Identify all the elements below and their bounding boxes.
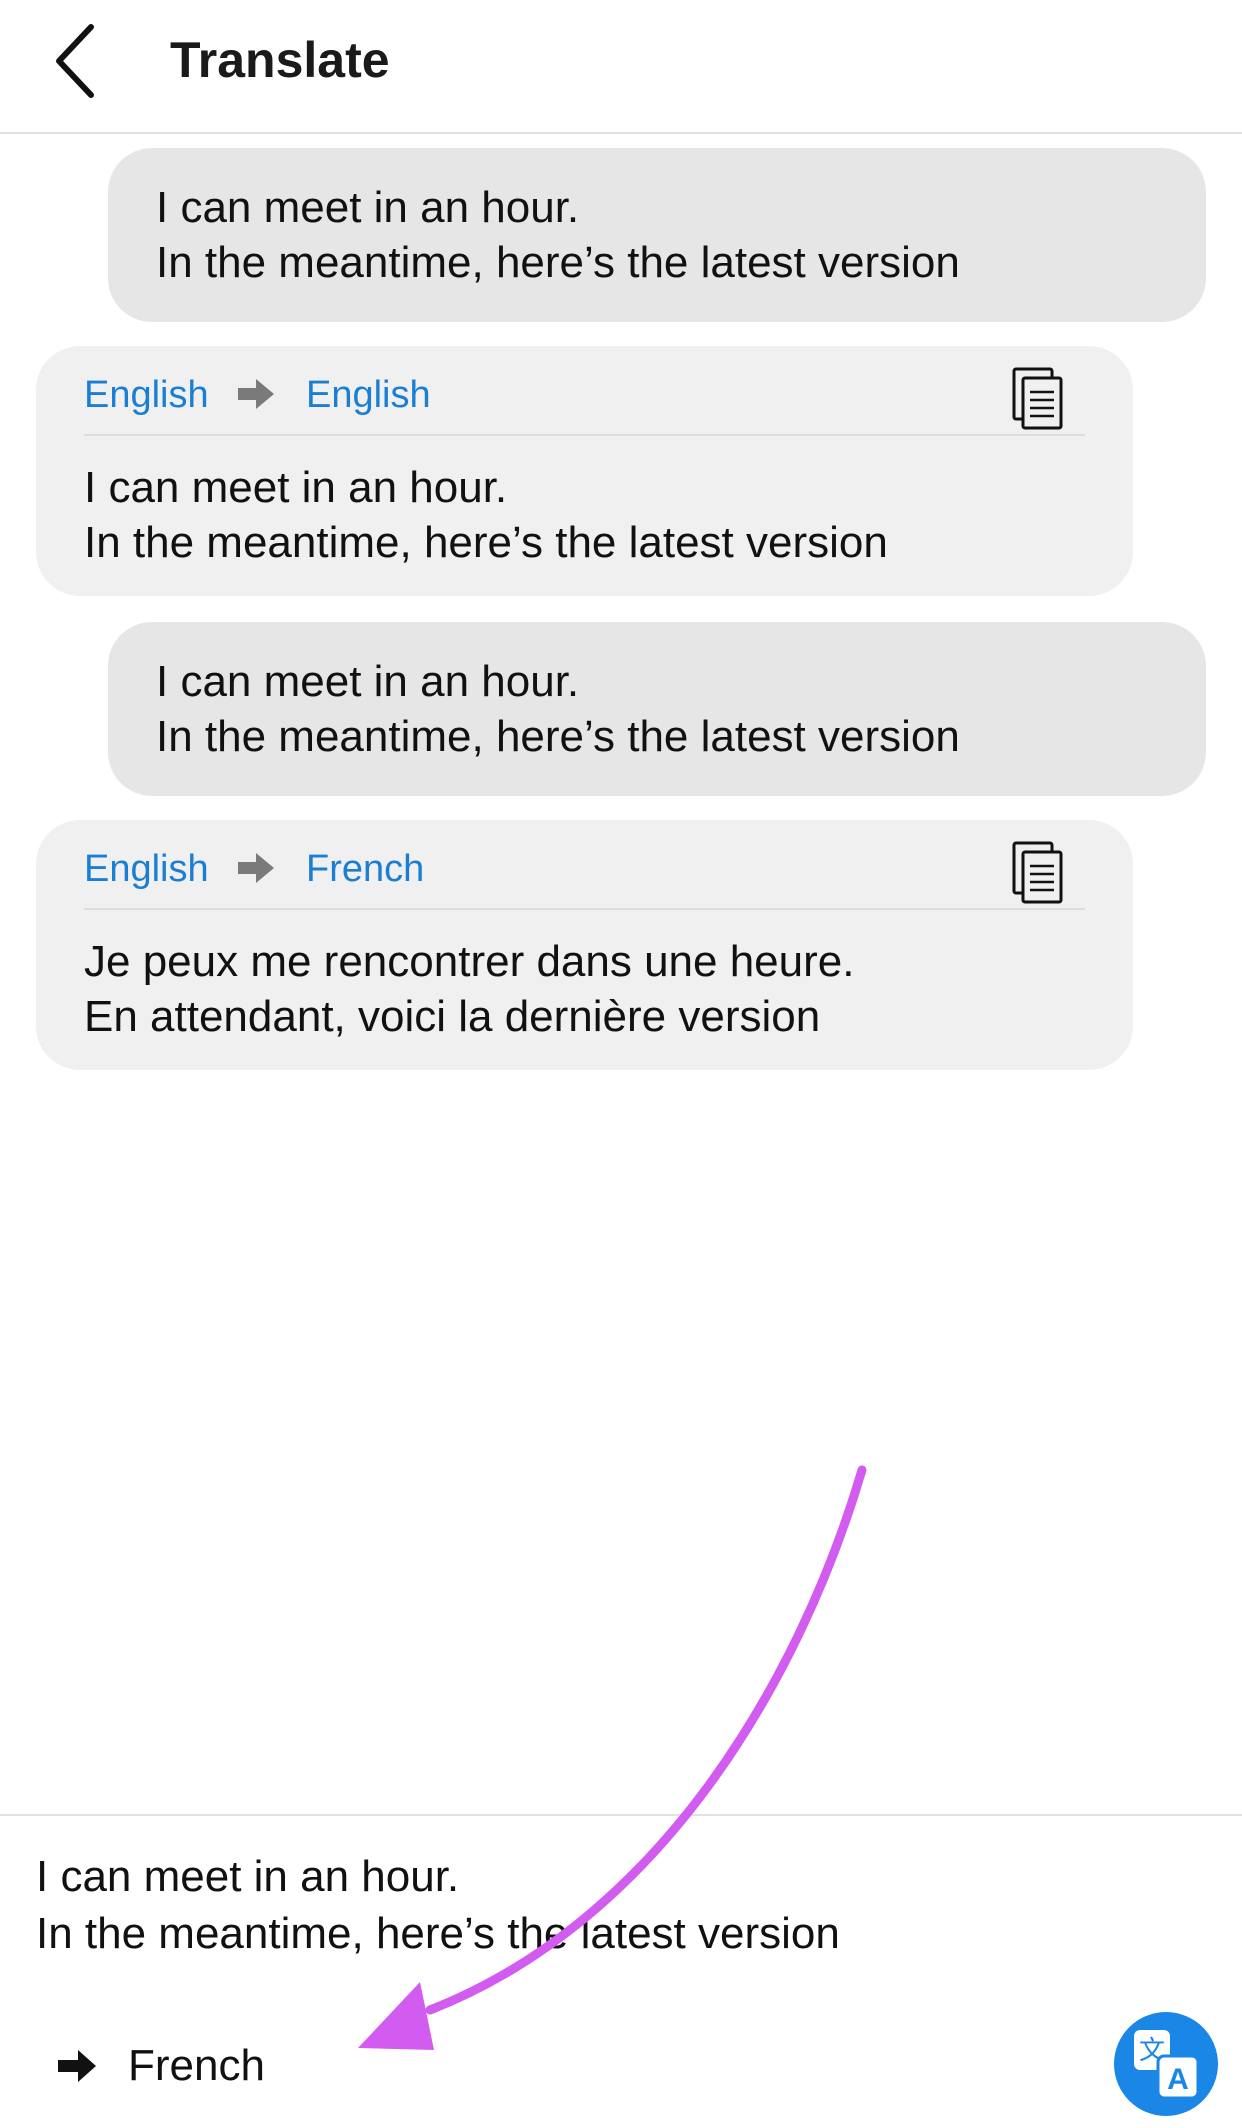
translation-card: English English I can meet in an hour. I… <box>36 346 1133 596</box>
source-language-label: English <box>84 374 209 416</box>
translated-text-line: I can meet in an hour. <box>84 463 508 512</box>
header-bar: Translate <box>0 0 1242 134</box>
message-input[interactable]: I can meet in an hour. In the meantime, … <box>36 1848 1136 1962</box>
composer-panel: I can meet in an hour. In the meantime, … <box>0 1814 1242 2128</box>
input-text-line: I can meet in an hour. <box>36 1852 460 1901</box>
svg-text:A: A <box>1167 2063 1189 2096</box>
arrow-right-icon <box>238 853 274 883</box>
source-message-bubble: I can meet in an hour. In the meantime, … <box>108 622 1206 796</box>
message-text-line: In the meantime, here’s the latest versi… <box>156 712 960 761</box>
translated-text: Je peux me rencontrer dans une heure. En… <box>84 934 854 1044</box>
translate-button[interactable]: 文 A <box>1114 2012 1218 2116</box>
translated-text: I can meet in an hour. In the meantime, … <box>84 460 888 570</box>
target-language-label: French <box>128 2041 265 2090</box>
copy-icon[interactable] <box>1011 840 1065 906</box>
message-text-line: I can meet in an hour. <box>156 657 580 706</box>
translate-icon: 文 A <box>1134 2030 1200 2100</box>
chevron-left-icon <box>56 24 94 98</box>
translated-text-line: In the meantime, here’s the latest versi… <box>84 518 888 567</box>
page-title: Translate <box>170 32 390 88</box>
target-language-selector[interactable]: French <box>56 2036 265 2096</box>
translation-card-header: English French <box>84 840 1085 910</box>
target-language-label: French <box>306 848 425 890</box>
arrow-right-icon <box>238 379 274 409</box>
translation-card: English French Je peux me rencontrer dan… <box>36 820 1133 1070</box>
message-text-line: In the meantime, here’s the latest versi… <box>156 238 960 287</box>
arrow-right-icon <box>58 2050 96 2082</box>
source-message-bubble: I can meet in an hour. In the meantime, … <box>108 148 1206 322</box>
target-language-label: English <box>306 374 431 416</box>
copy-icon[interactable] <box>1011 366 1065 432</box>
source-language-label: English <box>84 848 209 890</box>
message-text-line: I can meet in an hour. <box>156 183 580 232</box>
input-text-line: In the meantime, here’s the latest versi… <box>36 1909 840 1958</box>
translated-text-line: En attendant, voici la dernière version <box>84 992 821 1041</box>
back-button[interactable] <box>40 18 110 104</box>
translated-text-line: Je peux me rencontrer dans une heure. <box>84 937 855 986</box>
translation-card-header: English English <box>84 366 1085 436</box>
